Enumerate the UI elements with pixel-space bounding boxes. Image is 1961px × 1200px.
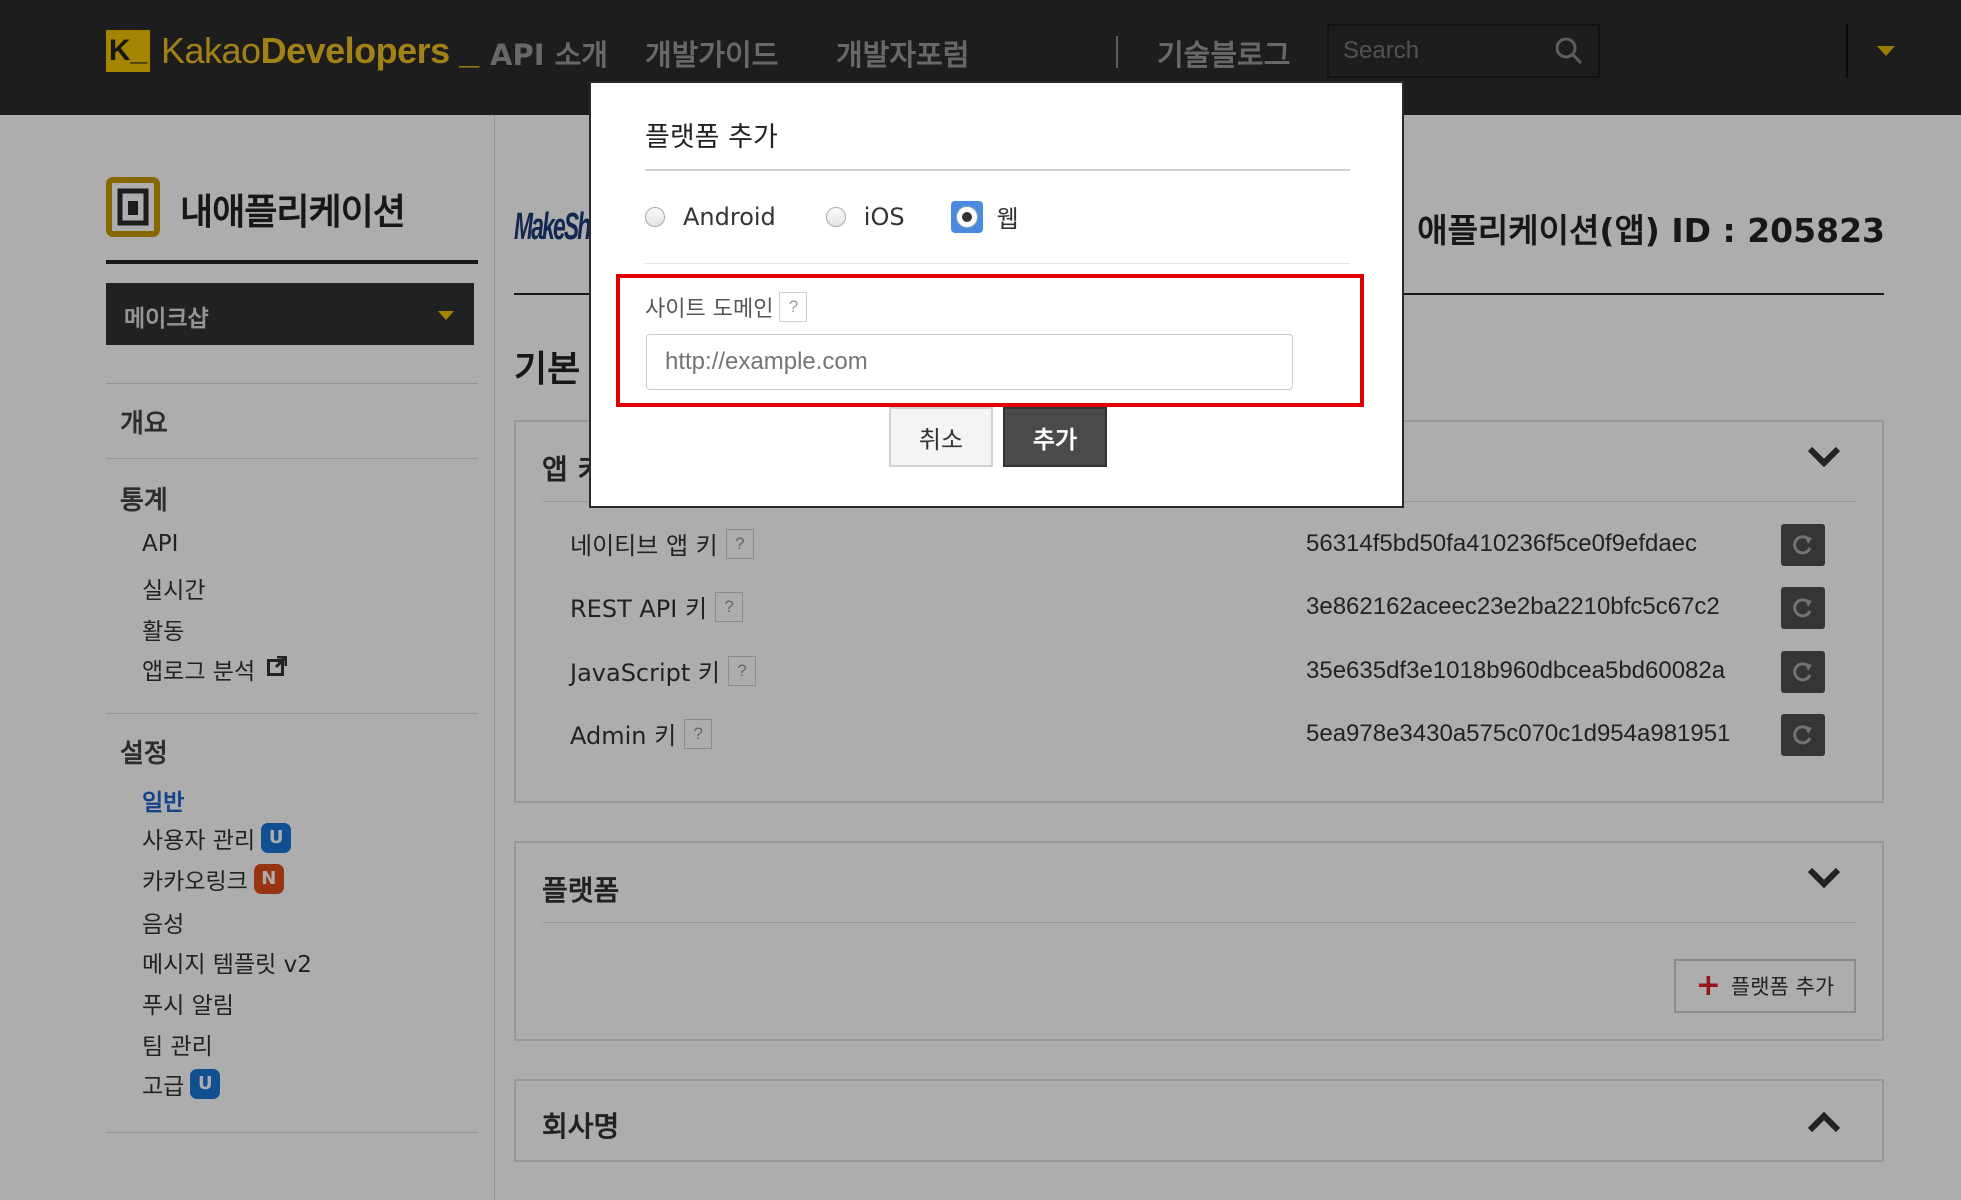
modal-title: 플랫폼 추가 — [645, 122, 778, 153]
radio-label-ios[interactable]: iOS — [864, 203, 905, 231]
help-icon[interactable]: ? — [779, 292, 808, 322]
add-button[interactable]: 추가 — [1003, 407, 1107, 467]
platform-radio-group: Android iOS 웹 — [645, 199, 1019, 234]
radio-label-web[interactable]: 웹 — [997, 199, 1019, 234]
cancel-button[interactable]: 취소 — [889, 407, 993, 467]
modal-divider — [645, 263, 1350, 264]
modal-title-rule — [645, 169, 1350, 171]
radio-android[interactable] — [645, 206, 665, 227]
site-domain-label: 사이트 도메인 ? — [645, 291, 808, 323]
radio-ios[interactable] — [825, 206, 846, 227]
radio-label-android[interactable]: Android — [683, 203, 776, 231]
site-domain-input[interactable] — [646, 334, 1293, 390]
radio-web-selected[interactable] — [950, 200, 983, 233]
add-platform-modal: 플랫폼 추가 Android iOS 웹 사이트 도메인 ? 취소 추가 — [589, 81, 1404, 508]
